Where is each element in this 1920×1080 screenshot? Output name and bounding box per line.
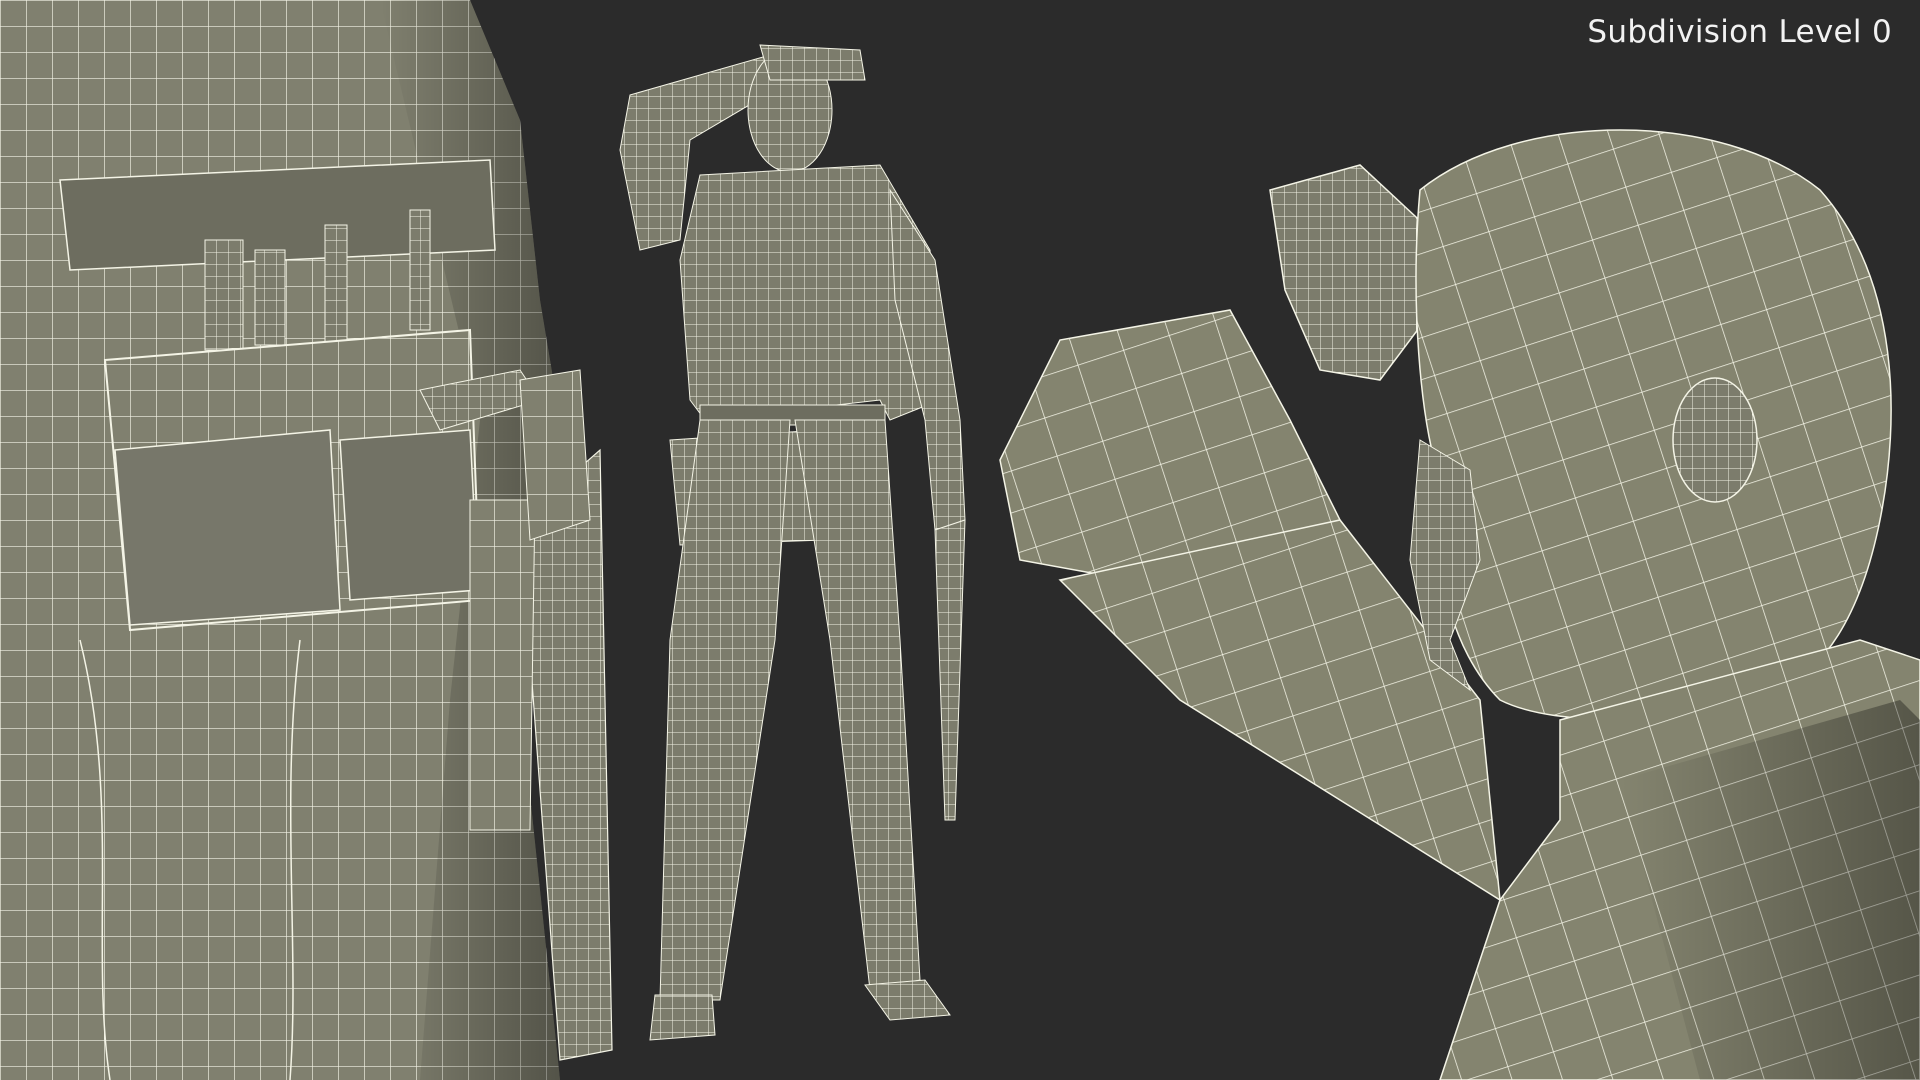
hand-mesh — [519, 369, 591, 541]
subdivision-level-label: Subdivision Level 0 — [1587, 14, 1892, 50]
shading-hand — [759, 44, 866, 81]
tool-handle — [204, 239, 244, 351]
ear-mesh — [1672, 377, 1758, 503]
left-shoe — [649, 994, 716, 1041]
belt-closeup-panel — [0, 0, 613, 1080]
head-closeup-mesh — [1415, 129, 1892, 720]
render-viewport — [0, 0, 1920, 1080]
